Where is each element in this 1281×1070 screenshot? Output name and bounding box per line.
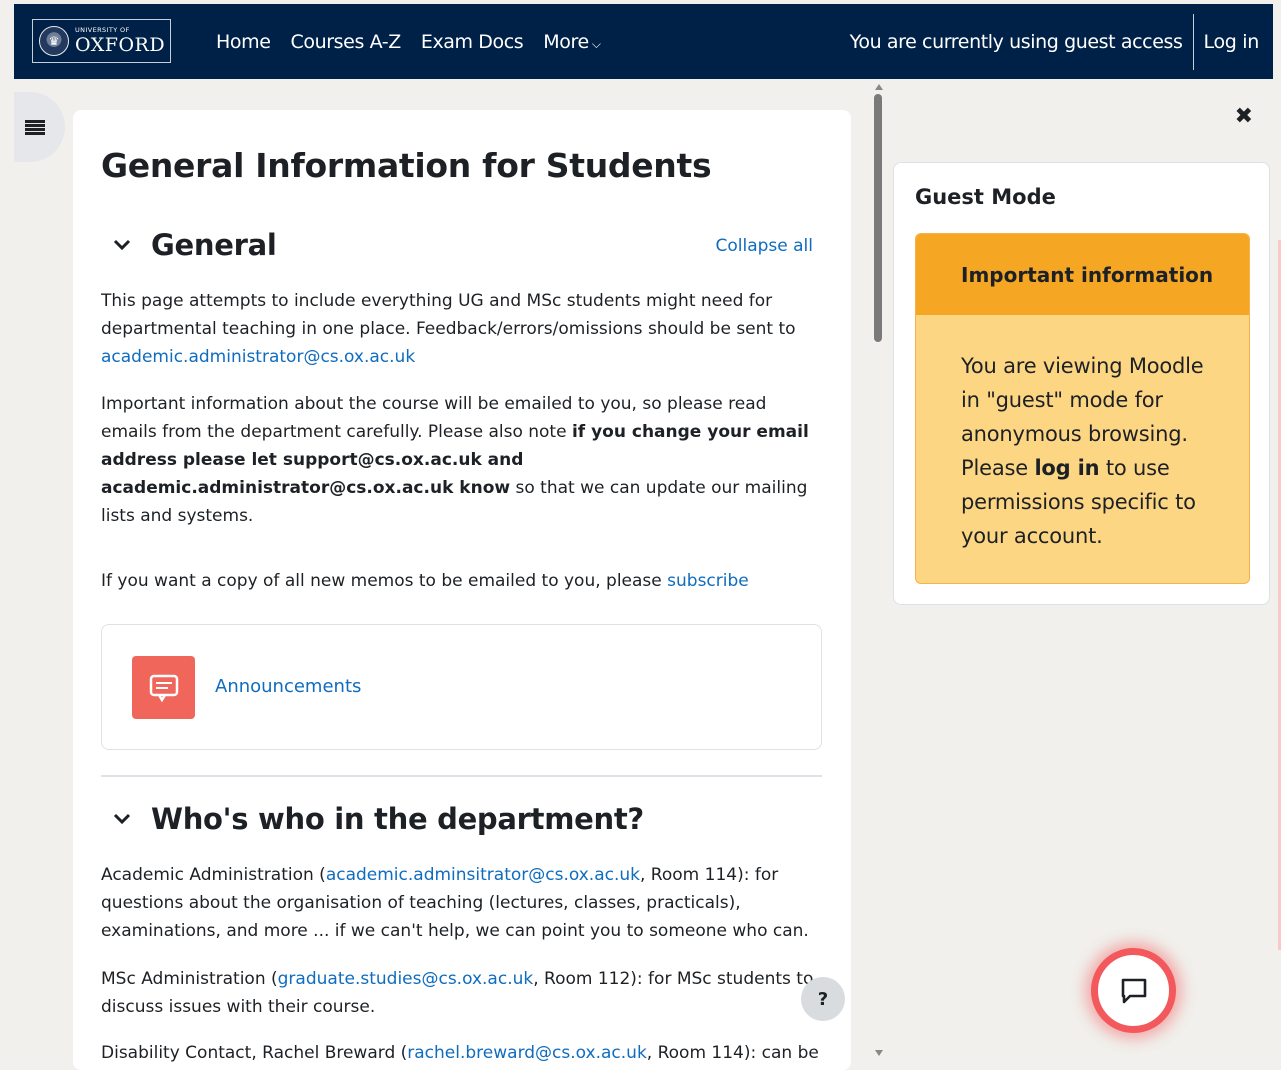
chevron-down-icon: ⌵ bbox=[591, 36, 601, 51]
chat-button[interactable] bbox=[1091, 948, 1176, 1033]
whos-who-paragraph-2: MSc Administration (graduate.studies@cs.… bbox=[101, 969, 814, 1017]
list-icon bbox=[25, 120, 45, 135]
subscribe-link[interactable]: subscribe bbox=[667, 571, 749, 591]
whos-who-paragraph-1: Academic Administration (academic.admins… bbox=[101, 865, 809, 941]
scroll-up-arrow-icon[interactable] bbox=[875, 84, 883, 90]
scrollbar-thumb[interactable] bbox=[874, 94, 882, 342]
general-paragraph-1: This page attempts to include everything… bbox=[101, 291, 796, 367]
graduate-studies-email-link[interactable]: graduate.studies@cs.ox.ac.uk bbox=[278, 969, 534, 989]
guest-access-text: You are currently using guest access bbox=[850, 14, 1194, 70]
block-title: Guest Mode bbox=[915, 185, 1056, 209]
section-whos-who-header[interactable]: Who's who in the department? bbox=[113, 802, 644, 836]
general-paragraph-2: Important information about the course w… bbox=[101, 394, 809, 526]
main-content: General Information for Students General… bbox=[73, 110, 851, 1070]
course-index-toggle[interactable] bbox=[14, 92, 65, 162]
crest-icon: ♛ bbox=[39, 26, 69, 56]
announcements-link[interactable]: Announcements bbox=[215, 676, 361, 697]
main-scrollbar[interactable] bbox=[873, 82, 883, 1062]
logo-line1: UNIVERSITY OF bbox=[75, 26, 130, 35]
guest-mode-block: Guest Mode Important information You are… bbox=[893, 162, 1270, 605]
announcements-activity: Announcements bbox=[101, 624, 822, 750]
nav-courses-a-z[interactable]: Courses A-Z bbox=[291, 31, 402, 53]
academic-admin-email-link[interactable]: academic.adminsitrator@cs.ox.ac.uk bbox=[326, 865, 640, 885]
section-general-header[interactable]: General bbox=[113, 228, 277, 262]
alert-title: Important information bbox=[916, 234, 1249, 315]
top-navbar: ♛ UNIVERSITY OF OXFORD Home Courses A-Z … bbox=[14, 4, 1273, 79]
collapse-all-link[interactable]: Collapse all bbox=[715, 236, 813, 256]
chevron-down-icon bbox=[113, 239, 131, 251]
block-drawer: ✖ Guest Mode Important information You a… bbox=[884, 82, 1281, 1062]
logo-line2: OXFORD bbox=[75, 33, 166, 56]
section-title: General bbox=[151, 228, 277, 262]
chat-bubble-icon bbox=[1121, 978, 1146, 1003]
section-divider bbox=[101, 775, 822, 777]
nav-more-label: More bbox=[543, 30, 589, 53]
admin-email-link[interactable]: academic.administrator@cs.ox.ac.uk bbox=[101, 347, 415, 367]
primary-nav: Home Courses A-Z Exam Docs More ⌵ bbox=[216, 4, 621, 79]
chevron-down-icon bbox=[113, 813, 131, 825]
whos-who-paragraph-3: Disability Contact, Rachel Breward (rach… bbox=[101, 1043, 819, 1063]
close-icon[interactable]: ✖ bbox=[1235, 104, 1253, 129]
alert-body: You are viewing Moodle in "guest" mode f… bbox=[961, 354, 1204, 548]
oxford-logo[interactable]: ♛ UNIVERSITY OF OXFORD bbox=[32, 19, 171, 63]
disability-contact-email-link[interactable]: rachel.breward@cs.ox.ac.uk bbox=[407, 1043, 647, 1063]
nav-home[interactable]: Home bbox=[216, 31, 271, 53]
scroll-down-arrow-icon[interactable] bbox=[875, 1050, 883, 1056]
section-title: Who's who in the department? bbox=[151, 802, 644, 836]
forum-icon[interactable] bbox=[132, 656, 195, 719]
help-button[interactable]: ? bbox=[801, 977, 845, 1021]
login-link[interactable]: Log in bbox=[1194, 31, 1260, 53]
nav-exam-docs[interactable]: Exam Docs bbox=[421, 31, 524, 53]
important-info-alert: Important information You are viewing Mo… bbox=[915, 233, 1250, 584]
nav-more[interactable]: More ⌵ bbox=[543, 30, 601, 53]
general-paragraph-3: If you want a copy of all new memos to b… bbox=[101, 571, 749, 591]
page-title: General Information for Students bbox=[101, 146, 712, 185]
alert-login-text[interactable]: log in bbox=[1034, 456, 1099, 480]
user-nav: You are currently using guest access Log… bbox=[850, 12, 1259, 72]
